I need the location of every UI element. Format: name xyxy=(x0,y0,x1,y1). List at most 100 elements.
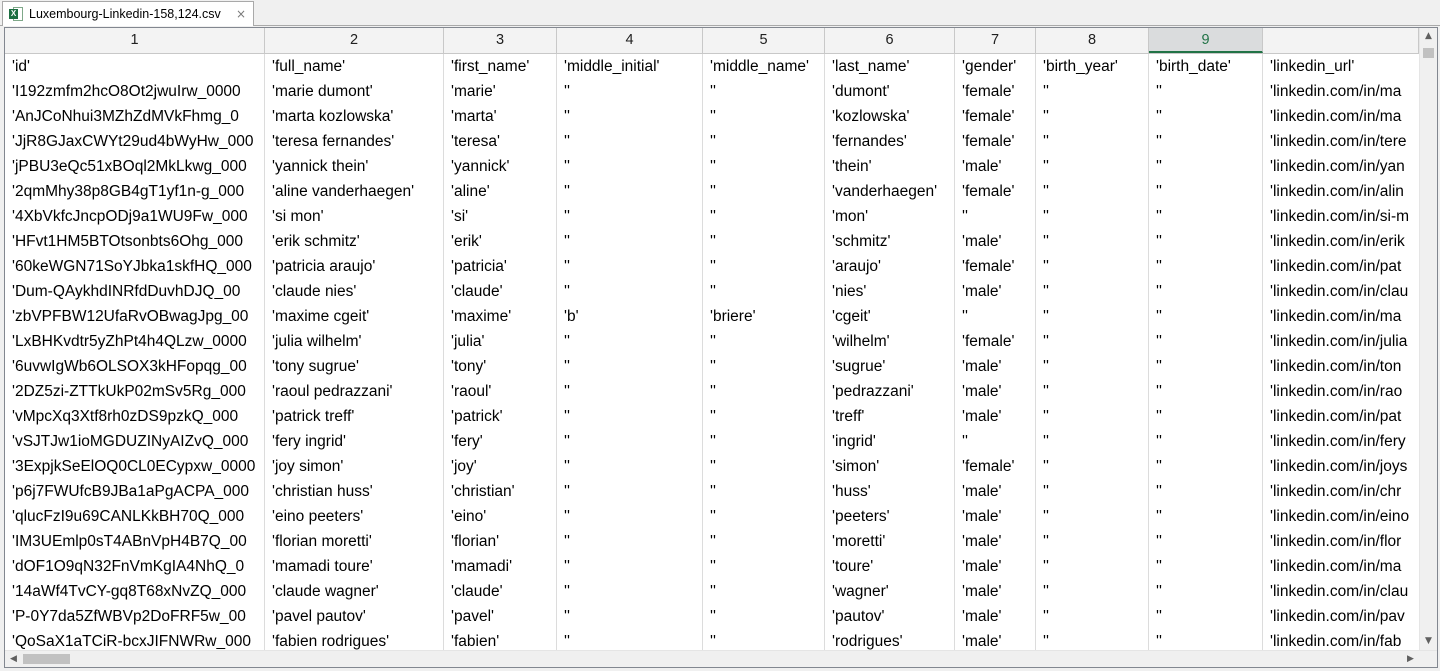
table-cell[interactable]: 'raoul pedrazzani' xyxy=(265,379,444,404)
table-cell[interactable]: 'linkedin.com/in/pav xyxy=(1263,604,1419,629)
table-cell[interactable]: '' xyxy=(557,429,703,454)
table-cell[interactable]: 'Dum-QAykhdINRfdDuvhDJQ_00 xyxy=(5,279,265,304)
table-cell[interactable]: '' xyxy=(703,229,825,254)
table-cell[interactable]: '' xyxy=(1149,529,1263,554)
table-cell[interactable]: 'marta' xyxy=(444,104,557,129)
table-cell[interactable]: 'linkedin.com/in/tere xyxy=(1263,129,1419,154)
table-cell[interactable]: 'wagner' xyxy=(825,579,955,604)
table-cell[interactable]: '' xyxy=(703,579,825,604)
table-cell[interactable]: 'linkedin.com/in/yan xyxy=(1263,154,1419,179)
table-cell[interactable]: 'IM3UEmlp0sT4ABnVpH4B7Q_00 xyxy=(5,529,265,554)
table-cell[interactable]: 'sugrue' xyxy=(825,354,955,379)
table-cell[interactable]: 'marta kozlowska' xyxy=(265,104,444,129)
table-cell[interactable]: '60keWGN71SoYJbka1skfHQ_000 xyxy=(5,254,265,279)
table-cell[interactable]: 'dumont' xyxy=(825,79,955,104)
table-cell[interactable]: 'JjR8GJaxCWYt29ud4bWyHw_000 xyxy=(5,129,265,154)
table-cell[interactable]: 'fabien rodrigues' xyxy=(265,629,444,650)
table-cell[interactable]: 'aline' xyxy=(444,179,557,204)
table-cell[interactable]: '' xyxy=(703,79,825,104)
close-tab-icon[interactable]: × xyxy=(236,7,246,21)
table-cell[interactable]: 'treff' xyxy=(825,404,955,429)
table-cell[interactable]: '' xyxy=(1036,229,1149,254)
table-cell[interactable]: 'linkedin.com/in/ma xyxy=(1263,554,1419,579)
table-cell[interactable]: '' xyxy=(703,104,825,129)
table-cell[interactable]: 'huss' xyxy=(825,479,955,504)
table-cell[interactable]: '' xyxy=(1149,604,1263,629)
table-cell[interactable]: 'mon' xyxy=(825,204,955,229)
table-cell[interactable]: 'kozlowska' xyxy=(825,104,955,129)
table-cell[interactable]: 'linkedin.com/in/fab xyxy=(1263,629,1419,650)
vertical-scroll-thumb[interactable] xyxy=(1423,48,1434,58)
table-cell[interactable]: '' xyxy=(557,129,703,154)
table-cell[interactable]: 'claude' xyxy=(444,579,557,604)
table-cell[interactable]: '' xyxy=(1036,529,1149,554)
table-cell[interactable]: 'LxBHKvdtr5yZhPt4h4QLzw_0000 xyxy=(5,329,265,354)
table-cell[interactable]: '' xyxy=(557,204,703,229)
table-cell[interactable]: 'thein' xyxy=(825,154,955,179)
table-cell[interactable]: 'julia' xyxy=(444,329,557,354)
scroll-left-icon[interactable]: ◀ xyxy=(5,651,22,667)
table-cell[interactable]: 'fernandes' xyxy=(825,129,955,154)
table-cell[interactable]: 'vanderhaegen' xyxy=(825,179,955,204)
table-cell[interactable]: 'rodrigues' xyxy=(825,629,955,650)
table-cell[interactable]: 'claude wagner' xyxy=(265,579,444,604)
table-cell[interactable]: 'claude nies' xyxy=(265,279,444,304)
table-cell[interactable]: 'linkedin.com/in/si-m xyxy=(1263,204,1419,229)
table-cell[interactable]: '' xyxy=(557,579,703,604)
table-cell[interactable]: '' xyxy=(703,354,825,379)
table-cell[interactable]: 'vSJTJw1ioMGDUZINyAIZvQ_000 xyxy=(5,429,265,454)
scroll-down-icon[interactable]: ▼ xyxy=(1420,633,1437,650)
table-cell[interactable]: 'middle_initial' xyxy=(557,54,703,79)
table-cell[interactable]: '' xyxy=(1149,254,1263,279)
table-cell[interactable]: 'erik schmitz' xyxy=(265,229,444,254)
table-cell[interactable]: '' xyxy=(1036,404,1149,429)
table-cell[interactable]: '' xyxy=(1149,304,1263,329)
column-header-7[interactable]: 7 xyxy=(955,28,1036,53)
table-cell[interactable]: '3ExpjkSeElOQ0CL0ECypxw_0000 xyxy=(5,454,265,479)
table-cell[interactable]: 'first_name' xyxy=(444,54,557,79)
table-cell[interactable]: '' xyxy=(1149,579,1263,604)
table-cell[interactable]: 'male' xyxy=(955,529,1036,554)
table-cell[interactable]: '4XbVkfcJncpODj9a1WU9Fw_000 xyxy=(5,204,265,229)
table-cell[interactable]: '' xyxy=(1149,379,1263,404)
table-cell[interactable]: 'HFvt1HM5BTOtsonbts6Ohg_000 xyxy=(5,229,265,254)
table-cell[interactable]: 'raoul' xyxy=(444,379,557,404)
table-cell[interactable]: '' xyxy=(703,479,825,504)
table-cell[interactable]: '' xyxy=(557,279,703,304)
table-cell[interactable]: 'male' xyxy=(955,154,1036,179)
table-cell[interactable]: 'wilhelm' xyxy=(825,329,955,354)
table-cell[interactable]: 'linkedin.com/in/ma xyxy=(1263,79,1419,104)
table-cell[interactable]: 'peeters' xyxy=(825,504,955,529)
table-cell[interactable]: '' xyxy=(703,204,825,229)
table-cell[interactable]: 'si mon' xyxy=(265,204,444,229)
table-cell[interactable]: '' xyxy=(703,279,825,304)
table-cell[interactable]: '' xyxy=(1036,479,1149,504)
table-cell[interactable]: '' xyxy=(1036,104,1149,129)
column-header-6[interactable]: 6 xyxy=(825,28,955,53)
table-cell[interactable]: '' xyxy=(1036,254,1149,279)
table-cell[interactable]: '' xyxy=(557,379,703,404)
table-cell[interactable]: 'linkedin.com/in/ton xyxy=(1263,354,1419,379)
table-cell[interactable]: '' xyxy=(1149,179,1263,204)
table-cell[interactable]: 'mamadi toure' xyxy=(265,554,444,579)
table-cell[interactable]: '' xyxy=(1149,354,1263,379)
table-cell[interactable]: 'simon' xyxy=(825,454,955,479)
table-cell[interactable]: '' xyxy=(703,154,825,179)
table-cell[interactable]: 'male' xyxy=(955,604,1036,629)
table-cell[interactable]: '' xyxy=(557,354,703,379)
table-cell[interactable]: '' xyxy=(1149,629,1263,650)
table-cell[interactable]: '' xyxy=(703,254,825,279)
column-header-2[interactable]: 2 xyxy=(265,28,444,53)
table-cell[interactable]: 'cgeit' xyxy=(825,304,955,329)
table-cell[interactable]: 'male' xyxy=(955,404,1036,429)
table-cell[interactable]: 'patrick' xyxy=(444,404,557,429)
table-cell[interactable]: 'fery ingrid' xyxy=(265,429,444,454)
table-cell[interactable]: '' xyxy=(1036,379,1149,404)
table-cell[interactable]: '' xyxy=(703,604,825,629)
table-cell[interactable]: '' xyxy=(1149,129,1263,154)
table-cell[interactable]: 'birth_year' xyxy=(1036,54,1149,79)
table-cell[interactable]: '' xyxy=(557,479,703,504)
table-cell[interactable]: 'linkedin.com/in/clau xyxy=(1263,279,1419,304)
table-cell[interactable]: 'teresa' xyxy=(444,129,557,154)
table-cell[interactable]: 'patricia araujo' xyxy=(265,254,444,279)
